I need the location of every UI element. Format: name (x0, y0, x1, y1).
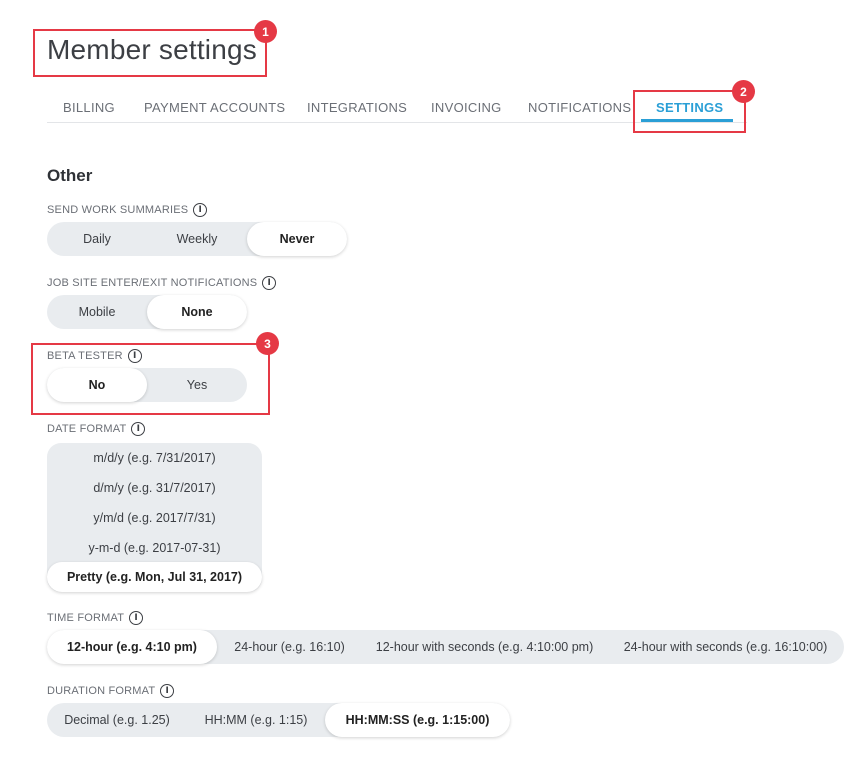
time-format-option-12h-seconds[interactable]: 12-hour with seconds (e.g. 4:10:00 pm) (362, 630, 607, 664)
time-format-selector: 12-hour (e.g. 4:10 pm) 24-hour (e.g. 16:… (47, 630, 844, 664)
date-format-option-dmy[interactable]: d/m/y (e.g. 31/7/2017) (47, 473, 262, 503)
work-summaries-label: SEND WORK SUMMARIES i (47, 203, 208, 217)
info-icon[interactable]: i (131, 422, 146, 436)
time-format-label-text: TIME FORMAT (47, 612, 125, 624)
annotation-badge-3: 3 (256, 332, 279, 355)
date-format-option-pretty[interactable]: Pretty (e.g. Mon, Jul 31, 2017) (47, 562, 262, 592)
info-icon[interactable]: i (262, 276, 277, 290)
work-summaries-option-daily[interactable]: Daily (47, 222, 147, 256)
duration-format-selector: Decimal (e.g. 1.25) HH:MM (e.g. 1:15) HH… (47, 703, 510, 737)
tab-integrations[interactable]: INTEGRATIONS (307, 100, 407, 115)
info-icon[interactable]: i (129, 611, 144, 625)
info-icon[interactable]: i (160, 684, 175, 698)
info-icon[interactable]: i (193, 203, 208, 217)
annotation-box-2 (633, 90, 746, 133)
time-format-option-24h-seconds[interactable]: 24-hour with seconds (e.g. 16:10:00) (607, 630, 844, 664)
date-format-option-ymd-dash[interactable]: y-m-d (e.g. 2017-07-31) (47, 533, 262, 563)
work-summaries-option-never[interactable]: Never (247, 222, 347, 256)
duration-format-label: DURATION FORMAT i (47, 684, 175, 698)
duration-format-option-hhmm[interactable]: HH:MM (e.g. 1:15) (187, 703, 325, 737)
date-format-label-text: DATE FORMAT (47, 423, 127, 435)
work-summaries-label-text: SEND WORK SUMMARIES (47, 204, 189, 216)
work-summaries-selector: Daily Weekly Never (47, 222, 347, 256)
date-format-selector: m/d/y (e.g. 7/31/2017) d/m/y (e.g. 31/7/… (47, 443, 262, 592)
tab-billing[interactable]: BILLING (63, 100, 115, 115)
date-format-option-mdy[interactable]: m/d/y (e.g. 7/31/2017) (47, 443, 262, 473)
job-site-option-mobile[interactable]: Mobile (47, 295, 147, 329)
section-title: Other (47, 166, 93, 185)
annotation-box-3 (31, 343, 270, 415)
job-site-selector: Mobile None (47, 295, 247, 329)
tab-notifications[interactable]: NOTIFICATIONS (528, 100, 631, 115)
annotation-box-1 (33, 29, 267, 77)
duration-format-label-text: DURATION FORMAT (47, 685, 156, 697)
annotation-badge-1: 1 (254, 20, 277, 43)
tab-payment-accounts[interactable]: PAYMENT ACCOUNTS (144, 100, 285, 115)
date-format-label: DATE FORMAT i (47, 422, 146, 436)
duration-format-option-decimal[interactable]: Decimal (e.g. 1.25) (47, 703, 187, 737)
job-site-option-none[interactable]: None (147, 295, 247, 329)
time-format-label: TIME FORMAT i (47, 611, 144, 625)
tab-invoicing[interactable]: INVOICING (431, 100, 502, 115)
time-format-option-24h[interactable]: 24-hour (e.g. 16:10) (217, 630, 362, 664)
duration-format-option-hhmmss[interactable]: HH:MM:SS (e.g. 1:15:00) (325, 703, 510, 737)
time-format-option-12h[interactable]: 12-hour (e.g. 4:10 pm) (47, 630, 217, 664)
annotation-badge-2: 2 (732, 80, 755, 103)
date-format-option-ymd-slash[interactable]: y/m/d (e.g. 2017/7/31) (47, 503, 262, 533)
work-summaries-option-weekly[interactable]: Weekly (147, 222, 247, 256)
job-site-label-text: JOB SITE ENTER/EXIT NOTIFICATIONS (47, 277, 258, 289)
job-site-label: JOB SITE ENTER/EXIT NOTIFICATIONS i (47, 276, 277, 290)
